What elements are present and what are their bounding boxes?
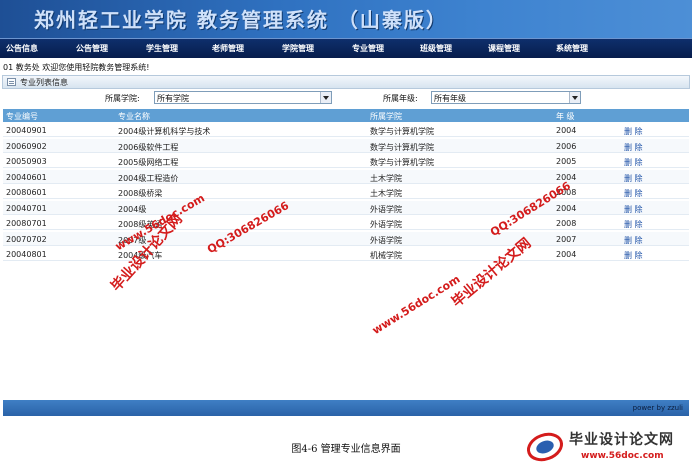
major-name-cell: 2005级网络工程 — [118, 158, 179, 167]
college-cell: 土木学院 — [370, 173, 402, 183]
grade-cell: 2004 — [556, 203, 577, 213]
column-header-major-name: 专业名称 — [118, 112, 150, 121]
nav-item-major-manage[interactable]: 专业管理 — [352, 43, 384, 54]
college-cell: 外语学院 — [370, 235, 402, 245]
major-id-cell: 20040601 — [6, 172, 47, 182]
college-cell: 数学与计算机学院 — [370, 158, 434, 167]
table-row: 20040601 2004级工程造价 土木学院 2004 删 除 — [3, 169, 689, 184]
logo-name: 毕业设计论文网 — [569, 432, 674, 448]
college-cell: 土木学院 — [370, 189, 402, 198]
major-id-cell: 20070702 — [6, 234, 47, 244]
table-row: 20070702 2007级 外语学院 2007 删 除 — [3, 231, 689, 246]
grade-cell: 2004 — [556, 250, 577, 259]
major-id-cell: 20050903 — [6, 157, 47, 166]
major-id-cell: 20040801 — [6, 250, 47, 259]
column-header-major-id: 专业编号 — [6, 112, 38, 121]
college-cell: 外语学院 — [370, 220, 402, 229]
nav-item-course-manage[interactable]: 课程管理 — [488, 43, 520, 54]
logo-emblem-icon — [527, 432, 563, 462]
college-cell: 外语学院 — [370, 204, 402, 214]
delete-link[interactable]: 删 除 — [624, 126, 643, 137]
major-id-cell: 20040901 — [6, 126, 47, 135]
grade-select[interactable]: 所有年级 — [431, 91, 581, 104]
nav-item-notice-info[interactable]: 公告信息 — [6, 43, 38, 54]
college-cell: 数学与计算机学院 — [370, 127, 434, 136]
major-id-cell: 20060902 — [6, 141, 47, 151]
nav-item-teacher-manage[interactable]: 老师管理 — [212, 43, 244, 54]
grade-filter-label: 所属年级: — [383, 94, 418, 103]
column-header-college: 所属学院 — [370, 112, 402, 121]
delete-link[interactable]: 删 除 — [624, 173, 643, 184]
table-header: 专业编号 专业名称 所属学院 年 级 — [3, 109, 689, 122]
major-name-cell: 2008级桥梁 — [118, 189, 163, 198]
table-row: 20040901 2004级计算机科学与技术 数学与计算机学院 2004 删 除 — [3, 123, 689, 137]
grade-select-value: 所有年级 — [434, 94, 466, 103]
college-select[interactable]: 所有学院 — [154, 91, 332, 104]
delete-link[interactable]: 删 除 — [624, 157, 643, 168]
delete-link[interactable]: 删 除 — [624, 142, 643, 153]
table-row: 20080701 2008级英语 外语学院 2008 删 除 — [3, 216, 689, 230]
chevron-down-icon[interactable] — [569, 92, 580, 103]
delete-link[interactable]: 删 除 — [624, 235, 643, 246]
grade-cell: 2004 — [556, 126, 577, 135]
nav-item-student-manage[interactable]: 学生管理 — [146, 43, 178, 54]
grade-cell: 2006 — [556, 141, 577, 151]
table-row: 20040701 2004级 外语学院 2004 删 除 — [3, 200, 689, 215]
table-row: 20080601 2008级桥梁 土木学院 2008 删 除 — [3, 185, 689, 199]
major-name-cell: 2006级软件工程 — [118, 142, 179, 152]
grade-cell: 2008 — [556, 219, 577, 228]
chevron-down-icon[interactable] — [320, 92, 331, 103]
delete-link[interactable]: 删 除 — [624, 250, 643, 261]
college-cell: 数学与计算机学院 — [370, 142, 434, 152]
panel-header: 专业列表信息 — [2, 75, 690, 89]
delete-link[interactable]: 删 除 — [624, 188, 643, 199]
major-name-cell: 2004级工程造价 — [118, 173, 179, 183]
logo-url: www.56doc.com — [581, 451, 664, 461]
nav-item-system-manage[interactable]: 系统管理 — [556, 43, 588, 54]
panel-title: 专业列表信息 — [20, 78, 68, 87]
main-nav: 公告信息 公告管理 学生管理 老师管理 学院管理 专业管理 班级管理 课程管理 … — [0, 38, 692, 58]
nav-item-class-manage[interactable]: 班级管理 — [420, 43, 452, 54]
grade-cell: 2005 — [556, 157, 577, 166]
major-name-cell: 2004级计算机科学与技术 — [118, 127, 211, 136]
footer-credit: power by zzuli — [632, 404, 683, 412]
table-row: 20050903 2005级网络工程 数学与计算机学院 2005 删 除 — [3, 154, 689, 168]
nav-item-college-manage[interactable]: 学院管理 — [282, 43, 314, 54]
major-name-cell: 2004级 — [118, 204, 147, 214]
nav-item-notice-manage[interactable]: 公告管理 — [76, 43, 108, 54]
header-banner: 郑州轻工业学院 教务管理系统 （山寨版） — [0, 0, 692, 38]
college-cell: 机械学院 — [370, 251, 402, 260]
grade-cell: 2007 — [556, 234, 577, 244]
app-window: 郑州轻工业学院 教务管理系统 （山寨版） 公告信息 公告管理 学生管理 老师管理… — [0, 0, 692, 416]
footer-bar: power by zzuli — [3, 400, 689, 416]
college-select-value: 所有学院 — [157, 94, 189, 103]
college-filter-label: 所属学院: — [105, 94, 140, 103]
table-row: 20060902 2006级软件工程 数学与计算机学院 2006 删 除 — [3, 138, 689, 153]
welcome-message: 01 教务处 欢迎您使用轻院教务管理系统! — [3, 63, 150, 72]
major-id-cell: 20080601 — [6, 188, 47, 197]
delete-link[interactable]: 删 除 — [624, 219, 643, 230]
table-row: 20040801 2004级汽车 机械学院 2004 删 除 — [3, 247, 689, 261]
site-logo: 毕业设计论文网 www.56doc.com — [525, 428, 691, 466]
list-icon — [7, 78, 16, 86]
major-id-cell: 20040701 — [6, 203, 47, 213]
column-header-grade: 年 级 — [556, 112, 575, 121]
major-id-cell: 20080701 — [6, 219, 47, 228]
delete-link[interactable]: 删 除 — [624, 204, 643, 215]
app-title: 郑州轻工业学院 教务管理系统 （山寨版） — [34, 8, 448, 32]
